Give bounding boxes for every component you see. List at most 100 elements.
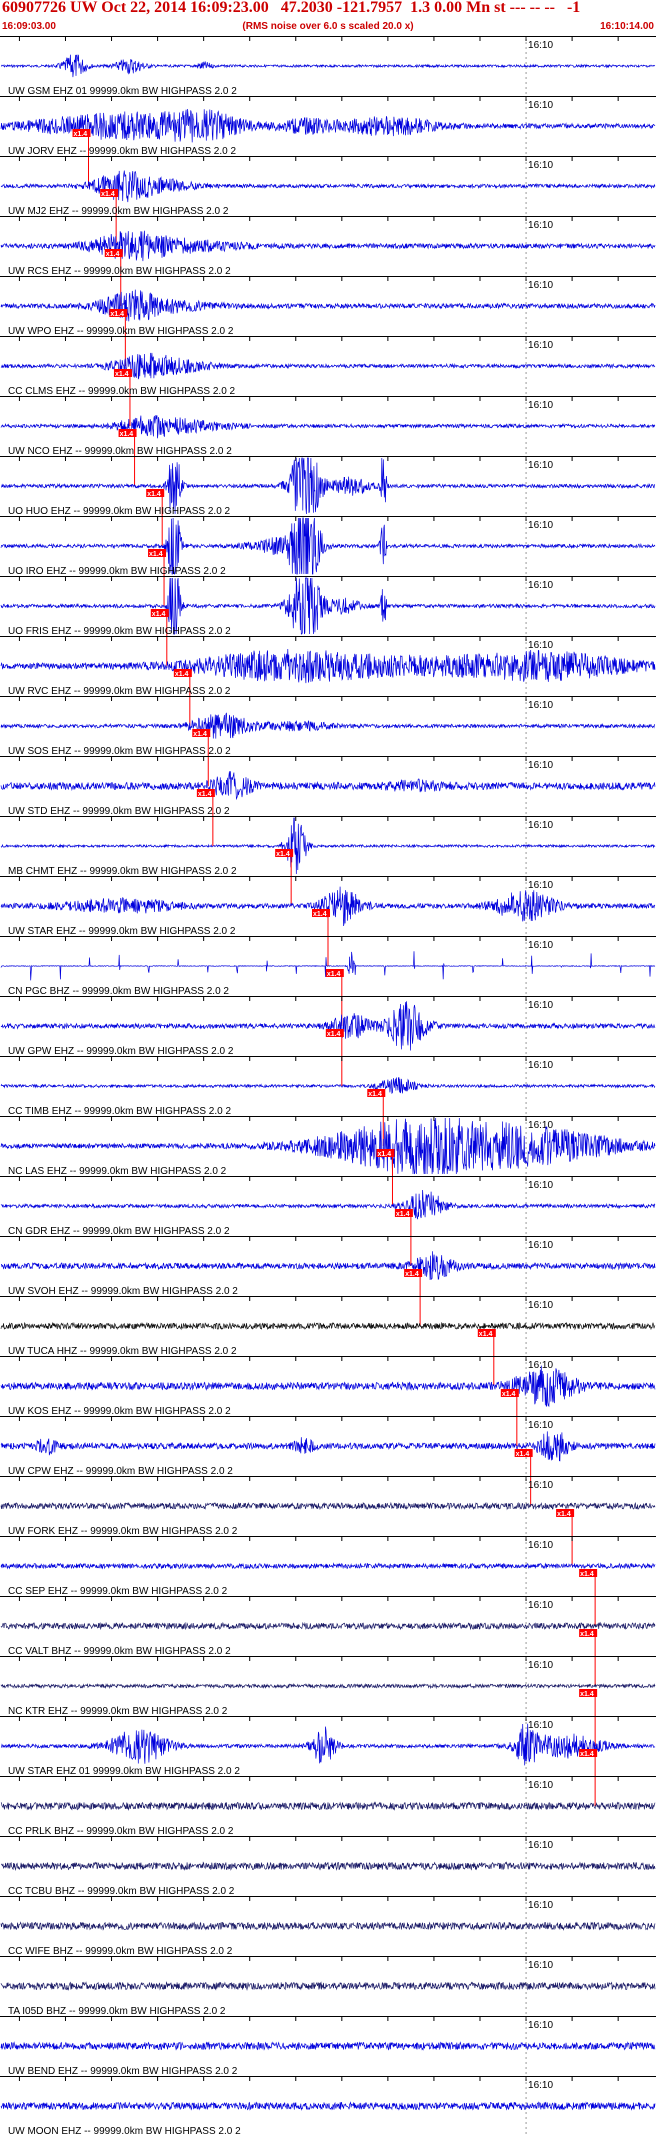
minute-mark-label: 16:10	[528, 280, 553, 291]
pick-label: x1.4	[516, 1451, 530, 1458]
channel-row: 16:10 UW GSM EHZ 01 99999.0km BW HIGHPASS…	[0, 36, 656, 97]
minute-mark-label: 16:10	[528, 1660, 553, 1671]
minute-mark-label: 16:10	[528, 1240, 553, 1251]
channel-row: 16:10 x1.4 UW CPW EHZ -- 99999.0km BW HIGH…	[0, 1416, 656, 1506]
pick-label: x1.4	[580, 1631, 594, 1638]
pick-label: x1.4	[74, 131, 88, 138]
channel-row: 16:10 x1.4 UO IRO EHZ -- 99999.0km BW HIGH…	[0, 516, 656, 606]
waveform-trace	[0, 712, 656, 739]
minute-mark-label: 16:10	[528, 1060, 553, 1071]
waveform-trace	[0, 289, 656, 322]
waveform-trace	[0, 1981, 656, 1991]
channel-row: 16:10 x1.4 UW SVOH EHZ -- 99999.0km BW HIG…	[0, 1236, 656, 1326]
pick-label: x1.4	[502, 1391, 516, 1398]
pick-label: x1.4	[198, 791, 212, 798]
channel-label: UW STAR EHZ 01 99999.0km BW HIGHPASS 2.0…	[8, 1766, 240, 1777]
minute-mark-label: 16:10	[528, 1000, 553, 1011]
channel-label: CC VALT BHZ -- 99999.0km BW HIGHPASS 2.0…	[8, 1646, 231, 1657]
pick-label: x1.4	[115, 371, 129, 378]
waveform-trace	[0, 1562, 656, 1570]
waveform-trace	[0, 771, 656, 801]
minute-mark-label: 16:10	[528, 40, 553, 51]
pick-label: x1.4	[120, 431, 134, 438]
pick-label: x1.4	[175, 671, 189, 678]
minute-mark-label: 16:10	[528, 2020, 553, 2031]
channel-row: 16:10 x1.4 UW WPO EHZ -- 99999.0km BW HIGH…	[0, 276, 656, 366]
channel-row: 16:10 x1.4 UW KOS EHZ -- 99999.0km BW HIGH…	[0, 1356, 656, 1446]
waveform-trace	[0, 1365, 656, 1408]
minute-mark-label: 16:10	[528, 1480, 553, 1491]
minute-mark-label: 16:10	[528, 2080, 553, 2091]
channel-row: 16:10 CC PRLK BHZ -- 99999.0km BW HIGHPAS…	[0, 1776, 656, 1837]
waveform-trace	[0, 1321, 656, 1331]
minute-mark-label: 16:10	[528, 820, 553, 831]
channel-row: 16:10 x1.4 UW RVC EHZ -- 99999.0km BW HIGH…	[0, 636, 656, 726]
channel-row: 16:10 x1.4 NC KTR EHZ -- 99999.0km BW HIGH…	[0, 1656, 656, 1746]
scaling-subtitle: (RMS noise over 6.0 s scaled 20.0 x)	[242, 21, 414, 32]
pick-label: x1.4	[276, 851, 290, 858]
minute-mark-label: 16:10	[528, 1300, 553, 1311]
channel-row: 16:10 x1.4 CC SEP EHZ -- 99999.0km BW HIGH…	[0, 1536, 656, 1626]
minute-mark-label: 16:10	[528, 400, 553, 411]
channel-label: NC KTR EHZ -- 99999.0km BW HIGHPASS 2.0 …	[8, 1706, 228, 1717]
channel-row: 16:10 x1.4 UW SOS EHZ -- 99999.0km BW HIGH…	[0, 696, 656, 786]
channel-label: UW FORK EHZ -- 99999.0km BW HIGHPASS 2.0…	[8, 1526, 238, 1537]
channel-row: 16:10 x1.4 UW GPW EHZ -- 99999.0km BW HIGH…	[0, 996, 656, 1086]
channel-row: 16:10 x1.4 UW STAR EHZ -- 99999.0km BW HIG…	[0, 876, 656, 966]
pick-label: x1.4	[101, 191, 115, 198]
waveform-trace	[0, 2101, 656, 2111]
minute-mark-label: 16:10	[528, 460, 553, 471]
channel-label: UW KOS EHZ -- 99999.0km BW HIGHPASS 2.0 …	[8, 1406, 231, 1417]
waveform-trace	[0, 230, 656, 262]
channel-row: 16:10 CC TCBU BHZ -- 99999.0km BW HIGHPAS…	[0, 1836, 656, 1897]
minute-mark-label: 16:10	[528, 1900, 553, 1911]
waveform-trace	[0, 1921, 656, 1931]
channel-row: 16:10 x1.4 UW RCS EHZ -- 99999.0km BW HIGH…	[0, 216, 656, 306]
channel-label: UW WPO EHZ -- 99999.0km BW HIGHPASS 2.0 …	[8, 326, 234, 337]
pick-label: x1.4	[327, 971, 341, 978]
pick-label: x1.4	[110, 311, 124, 318]
channel-label: CN GDR EHZ -- 99999.0km BW HIGHPASS 2.0 …	[8, 1226, 230, 1237]
channel-label: CC TCBU BHZ -- 99999.0km BW HIGHPASS 2.0…	[8, 1886, 235, 1897]
pick-label: x1.4	[313, 911, 327, 918]
minute-mark-label: 16:10	[528, 220, 553, 231]
channel-row: 16:10 UW MOON EHZ -- 99999.0km BW HIGHPAS…	[0, 2076, 656, 2137]
pick-label: x1.4	[147, 491, 161, 498]
channel-label: CN PGC BHZ -- 99999.0km BW HIGHPASS 2.0 …	[8, 986, 229, 997]
minute-mark-label: 16:10	[528, 640, 553, 651]
pick-label: x1.4	[149, 551, 163, 558]
minute-mark-label: 16:10	[528, 1600, 553, 1611]
channel-row: 16:10 x1.4 CC TIMB EHZ -- 99999.0km BW HIG…	[0, 1056, 656, 1146]
channel-label: UW STAR EHZ -- 99999.0km BW HIGHPASS 2.0…	[8, 926, 236, 937]
event-title: 60907726 UW Oct 22, 2014 16:09:23.00 47.…	[2, 0, 581, 16]
pick-label: x1.4	[152, 611, 166, 618]
channel-row: 16:10 x1.4 UO HUO EHZ -- 99999.0km BW HIGH…	[0, 456, 656, 546]
channel-label: CC PRLK BHZ -- 99999.0km BW HIGHPASS 2.0…	[8, 1826, 234, 1837]
minute-mark-label: 16:10	[528, 580, 553, 591]
channel-row: 16:10 x1.4 UO FRIS EHZ -- 99999.0km BW HIG…	[0, 576, 656, 666]
channel-label: UW NCO EHZ -- 99999.0km BW HIGHPASS 2.0 …	[8, 446, 232, 457]
channel-label: UW RVC EHZ -- 99999.0km BW HIGHPASS 2.0 …	[8, 686, 231, 697]
channel-row: 16:10 TA I05D BHZ -- 99999.0km BW HIGHPAS…	[0, 1956, 656, 2017]
minute-mark-label: 16:10	[528, 1720, 553, 1731]
waveform-trace	[0, 415, 656, 439]
channel-row: 16:10 x1.4 UW FORK EHZ -- 99999.0km BW HIG…	[0, 1476, 656, 1566]
minute-mark-label: 16:10	[528, 1840, 553, 1851]
waveform-trace	[0, 170, 656, 203]
pick-label: x1.4	[106, 251, 120, 258]
waveform-trace	[0, 1431, 656, 1462]
minute-mark-label: 16:10	[528, 1420, 553, 1431]
minute-mark-label: 16:10	[528, 520, 553, 531]
waveform-trace	[0, 1189, 656, 1220]
channel-label: UW CPW EHZ -- 99999.0km BW HIGHPASS 2.0 …	[8, 1466, 233, 1477]
pick-label: x1.4	[580, 1751, 594, 1758]
minute-mark-label: 16:10	[528, 340, 553, 351]
minute-mark-label: 16:10	[528, 700, 553, 711]
channel-label: UW RCS EHZ -- 99999.0km BW HIGHPASS 2.0 …	[8, 266, 231, 277]
pick-label: x1.4	[580, 1571, 594, 1578]
minute-mark-label: 16:10	[528, 760, 553, 771]
minute-mark-label: 16:10	[528, 1360, 553, 1371]
channel-label: UW MJ2 EHZ -- 99999.0km BW HIGHPASS 2.0 …	[8, 206, 229, 217]
waveform-trace	[0, 1501, 656, 1511]
pick-label: x1.4	[327, 1031, 341, 1038]
